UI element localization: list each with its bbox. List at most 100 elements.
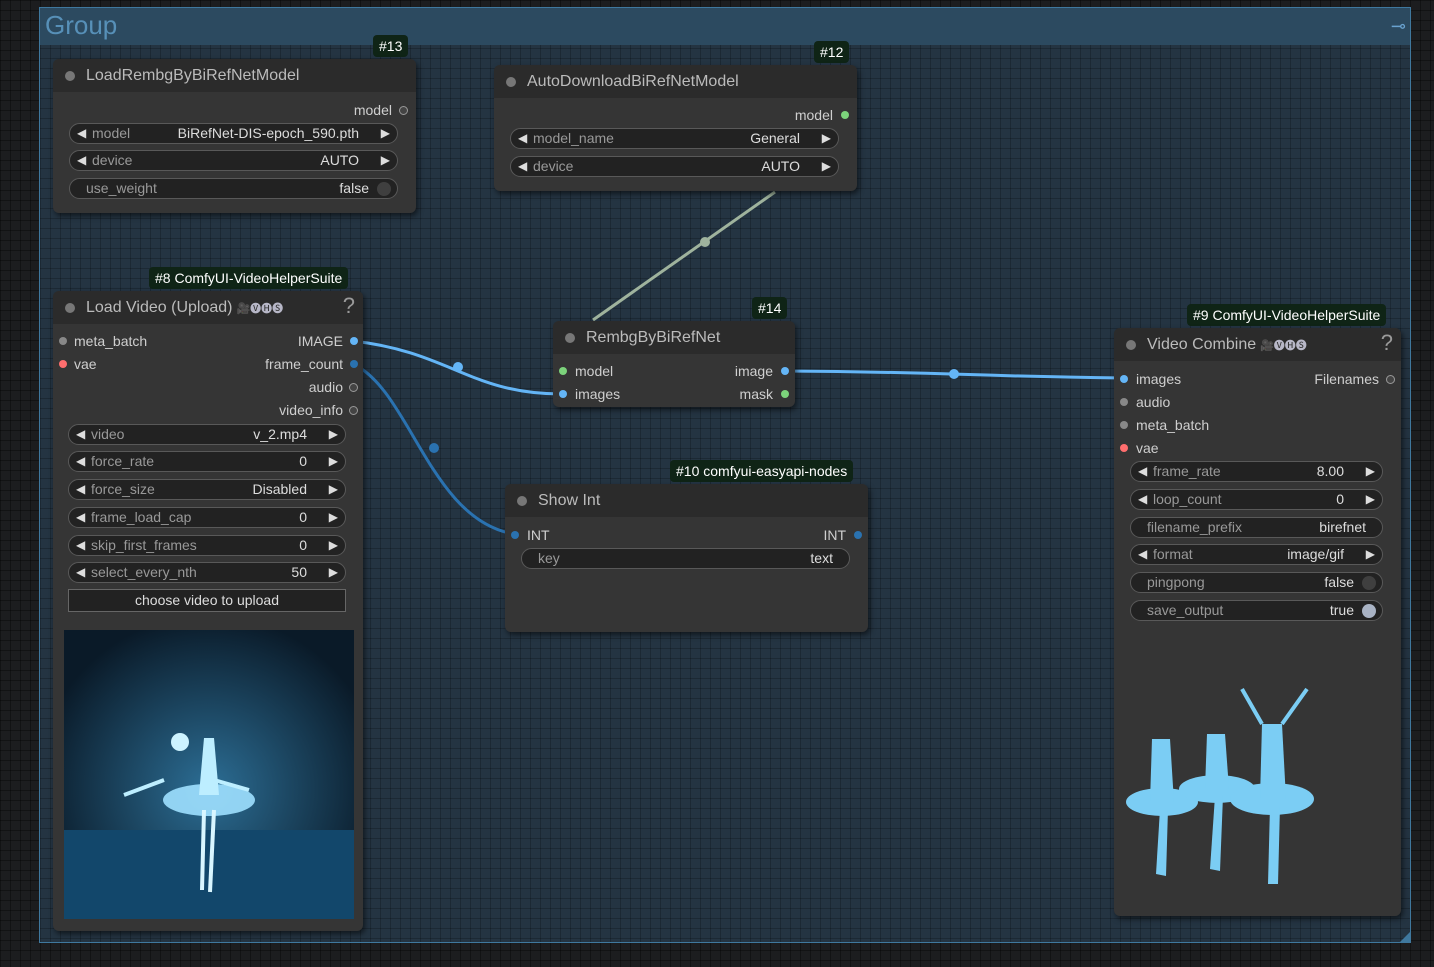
arrow-left-icon[interactable]: ◀: [76, 425, 85, 444]
slot-dot-icon[interactable]: [399, 106, 408, 115]
node-title-bar[interactable]: LoadRembgByBiRefNetModel: [53, 59, 416, 92]
arrow-right-icon[interactable]: ▶: [329, 425, 338, 444]
slot-dot-icon[interactable]: [781, 390, 789, 398]
output-slot-video-info[interactable]: video_info: [279, 401, 358, 419]
arrow-right-icon[interactable]: ▶: [329, 480, 338, 499]
arrow-right-icon[interactable]: ▶: [381, 124, 390, 143]
output-preview[interactable]: [1122, 684, 1322, 896]
arrow-right-icon[interactable]: ▶: [822, 157, 831, 176]
output-slot-image[interactable]: image: [735, 362, 789, 380]
input-slot-images[interactable]: images: [559, 385, 620, 403]
node-title-bar[interactable]: RembgByBiRefNet: [553, 321, 795, 354]
output-slot-filenames[interactable]: Filenames: [1314, 370, 1395, 388]
collapse-dot-icon[interactable]: [506, 77, 516, 87]
node-load-video[interactable]: Load Video (Upload) 🎥🅥🅗🅢 ? meta_batch vae…: [53, 291, 363, 931]
collapse-dot-icon[interactable]: [517, 496, 527, 506]
slot-dot-icon[interactable]: [349, 406, 358, 415]
input-slot-images[interactable]: images: [1120, 370, 1181, 388]
arrow-right-icon[interactable]: ▶: [1366, 490, 1375, 509]
node-title-bar[interactable]: Video Combine 🎥🅥🅗🅢 ?: [1114, 328, 1401, 361]
slot-dot-icon[interactable]: [1120, 421, 1128, 429]
input-slot-vae[interactable]: vae: [1120, 439, 1159, 457]
arrow-left-icon[interactable]: ◀: [76, 536, 85, 555]
arrow-right-icon[interactable]: ▶: [329, 563, 338, 582]
slot-dot-icon[interactable]: [1120, 375, 1128, 383]
arrow-right-icon[interactable]: ▶: [822, 129, 831, 148]
combo-widget-model[interactable]: ◀ model BiRefNet-DIS-epoch_590.pth ▶: [69, 123, 398, 144]
combo-widget-format[interactable]: ◀ format image/gif ▶: [1130, 544, 1383, 565]
link-midpoint[interactable]: [453, 362, 463, 372]
arrow-left-icon[interactable]: ◀: [76, 508, 85, 527]
help-icon[interactable]: ?: [343, 293, 355, 319]
slot-dot-icon[interactable]: [350, 337, 358, 345]
link-midpoint[interactable]: [949, 369, 959, 379]
link-model[interactable]: [592, 190, 776, 322]
node-video-combine[interactable]: Video Combine 🎥🅥🅗🅢 ? images audio meta_ba…: [1114, 328, 1401, 916]
input-slot-int[interactable]: INT: [511, 526, 550, 544]
combo-widget-video[interactable]: ◀ video v_2.mp4 ▶: [68, 424, 346, 445]
number-widget-skip-first-frames[interactable]: ◀ skip_first_frames 0 ▶: [68, 535, 346, 556]
arrow-right-icon[interactable]: ▶: [1366, 545, 1375, 564]
slot-dot-icon[interactable]: [841, 111, 849, 119]
combo-widget-force-size[interactable]: ◀ force_size Disabled ▶: [68, 479, 346, 500]
arrow-left-icon[interactable]: ◀: [1138, 545, 1147, 564]
combo-widget-model-name[interactable]: ◀ model_name General ▶: [510, 128, 839, 149]
slot-dot-icon[interactable]: [1386, 375, 1395, 384]
link-midpoint[interactable]: [429, 443, 439, 453]
toggle-knob[interactable]: [1362, 604, 1376, 618]
slot-dot-icon[interactable]: [350, 360, 358, 368]
node-load-rembg-model[interactable]: LoadRembgByBiRefNetModel model ◀ model B…: [53, 59, 416, 213]
help-icon[interactable]: ?: [1381, 330, 1393, 356]
arrow-right-icon[interactable]: ▶: [329, 508, 338, 527]
input-slot-vae[interactable]: vae: [59, 355, 97, 373]
arrow-left-icon[interactable]: ◀: [76, 563, 85, 582]
slot-dot-icon[interactable]: [1120, 444, 1128, 452]
number-widget-frame-load-cap[interactable]: ◀ frame_load_cap 0 ▶: [68, 507, 346, 528]
slot-dot-icon[interactable]: [854, 531, 862, 539]
output-slot-image[interactable]: IMAGE: [298, 332, 358, 350]
output-slot-audio[interactable]: audio: [309, 378, 358, 396]
text-widget-key[interactable]: key text: [521, 548, 850, 569]
slot-dot-icon[interactable]: [59, 337, 67, 345]
number-widget-loop-count[interactable]: ◀ loop_count 0 ▶: [1130, 489, 1383, 510]
arrow-left-icon[interactable]: ◀: [76, 452, 85, 471]
output-slot-model[interactable]: model: [795, 106, 849, 124]
node-title-bar[interactable]: Load Video (Upload) 🎥🅥🅗🅢 ?: [53, 291, 363, 324]
slot-dot-icon[interactable]: [511, 531, 519, 539]
output-slot-frame-count[interactable]: frame_count: [265, 355, 358, 373]
output-slot-int[interactable]: INT: [823, 526, 862, 544]
collapse-dot-icon[interactable]: [565, 333, 575, 343]
number-widget-select-every-nth[interactable]: ◀ select_every_nth 50 ▶: [68, 562, 346, 583]
text-widget-filename-prefix[interactable]: filename_prefix birefnet: [1130, 517, 1383, 538]
collapse-dot-icon[interactable]: [65, 71, 75, 81]
arrow-left-icon[interactable]: ◀: [1138, 462, 1147, 481]
toggle-knob[interactable]: [1362, 576, 1376, 590]
arrow-right-icon[interactable]: ▶: [329, 452, 338, 471]
toggle-widget-use-weight[interactable]: use_weight false: [69, 178, 398, 199]
input-slot-audio[interactable]: audio: [1120, 393, 1170, 411]
toggle-widget-save-output[interactable]: save_output true: [1130, 600, 1383, 621]
arrow-left-icon[interactable]: ◀: [76, 480, 85, 499]
slot-dot-icon[interactable]: [559, 367, 567, 375]
upload-video-button[interactable]: choose video to upload: [68, 589, 346, 612]
node-title-bar[interactable]: Show Int: [505, 484, 868, 517]
link-midpoint[interactable]: [700, 237, 710, 247]
arrow-left-icon[interactable]: ◀: [1138, 490, 1147, 509]
arrow-left-icon[interactable]: ◀: [518, 129, 527, 148]
combo-widget-device[interactable]: ◀ device AUTO ▶: [69, 150, 398, 171]
slot-dot-icon[interactable]: [559, 390, 567, 398]
arrow-right-icon[interactable]: ▶: [329, 536, 338, 555]
arrow-left-icon[interactable]: ◀: [77, 124, 86, 143]
toggle-widget-pingpong[interactable]: pingpong false: [1130, 572, 1383, 593]
output-slot-model[interactable]: model: [354, 101, 408, 119]
slot-dot-icon[interactable]: [781, 367, 789, 375]
number-widget-frame-rate[interactable]: ◀ frame_rate 8.00 ▶: [1130, 461, 1383, 482]
arrow-right-icon[interactable]: ▶: [1366, 462, 1375, 481]
node-auto-download-model[interactable]: AutoDownloadBiRefNetModel model ◀ model_…: [494, 65, 857, 191]
video-preview[interactable]: [64, 630, 354, 919]
slot-dot-icon[interactable]: [349, 383, 358, 392]
toggle-knob[interactable]: [377, 182, 391, 196]
input-slot-model[interactable]: model: [559, 362, 613, 380]
number-widget-force-rate[interactable]: ◀ force_rate 0 ▶: [68, 451, 346, 472]
combo-widget-device[interactable]: ◀ device AUTO ▶: [510, 156, 839, 177]
